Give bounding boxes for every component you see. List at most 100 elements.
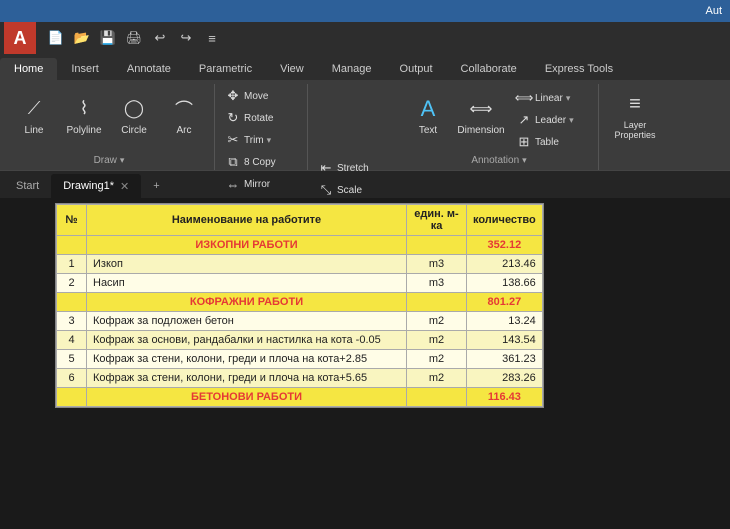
workspace-dropdown[interactable]: ≡ [200, 26, 224, 50]
tab-drawing1[interactable]: Drawing1* ✕ [51, 174, 141, 198]
top-bar: A 📄 📂 💾 🖨 ↩ ↪ ≡ [0, 22, 730, 54]
arc-button[interactable]: ⌒ Arc [160, 86, 208, 144]
row1-unit: m3 [407, 255, 467, 274]
row2-qty: 138.66 [467, 274, 543, 293]
col-header-qty: количество [467, 205, 543, 236]
new-tab-button[interactable]: + [141, 174, 171, 198]
row3-unit: m2 [407, 312, 467, 331]
copy-icon: ⧉ [225, 154, 241, 170]
move-icon: ✥ [225, 88, 241, 104]
linear-dropdown-icon: ▾ [566, 93, 571, 104]
trim-button[interactable]: ✂ Trim ▾ [221, 130, 301, 150]
undo-btn[interactable]: ↩ [148, 26, 172, 50]
text-icon: A [414, 95, 442, 123]
circle-icon: ◯ [120, 95, 148, 123]
tab-insert[interactable]: Insert [57, 58, 113, 80]
print-btn[interactable]: 🖨 [122, 26, 146, 50]
arc-icon: ⌒ [170, 95, 198, 123]
table-row: 4 Кофраж за основи, рандабалки и настилк… [57, 331, 543, 350]
category-label-betonovi: БЕТОНОВИ РАБОТИ [87, 388, 407, 407]
tab-view[interactable]: View [266, 58, 318, 80]
row4-num: 4 [57, 331, 87, 350]
tab-home[interactable]: Home [0, 58, 57, 80]
scale-button[interactable]: ⤡ Scale [314, 180, 394, 200]
stretch-button[interactable]: ⇤ Stretch [314, 158, 394, 178]
tab-annotate[interactable]: Annotate [113, 58, 185, 80]
category-row-izkopni: ИЗКОПНИ РАБОТИ 352.12 [57, 236, 543, 255]
text-button[interactable]: A Text [406, 86, 450, 144]
scale-icon: ⤡ [318, 182, 334, 198]
row4-qty: 143.54 [467, 331, 543, 350]
line-icon: ⟋ [20, 95, 48, 123]
acad-logo[interactable]: A [4, 22, 36, 54]
polyline-button[interactable]: ⌇ Polyline [60, 86, 108, 144]
category-unit-izkopni [407, 236, 467, 255]
redo-btn[interactable]: ↪ [174, 26, 198, 50]
tab-express-tools[interactable]: Express Tools [531, 58, 627, 80]
tab-parametric[interactable]: Parametric [185, 58, 266, 80]
canvas-area[interactable]: № Наименование на работите един. м-ка ко… [0, 198, 730, 529]
category-num-kofrajni [57, 293, 87, 312]
tab-collaborate[interactable]: Collaborate [447, 58, 531, 80]
circle-button[interactable]: ◯ Circle [110, 86, 158, 144]
category-num-betonovi [57, 388, 87, 407]
row2-num: 2 [57, 274, 87, 293]
row3-num: 3 [57, 312, 87, 331]
mirror-button[interactable]: ⇔ Mirror [221, 174, 301, 194]
open-btn[interactable]: 📂 [70, 26, 94, 50]
row6-num: 6 [57, 369, 87, 388]
ribbon-group-annotation: A Text ⟺ Dimension ⟺ Linear ▾ ↗ Leader ▾ [400, 84, 599, 170]
layer-properties-button[interactable]: ≡ Layer Properties [605, 86, 665, 144]
draw-items: ⟋ Line ⌇ Polyline ◯ Circle ⌒ Arc [10, 86, 208, 153]
category-label-kofrajni: КОФРАЖНИ РАБОТИ [87, 293, 407, 312]
tab-output[interactable]: Output [386, 58, 447, 80]
category-unit-kofrajni [407, 293, 467, 312]
polyline-icon: ⌇ [70, 95, 98, 123]
layer-properties-icon: ≡ [621, 90, 649, 118]
tab-manage[interactable]: Manage [318, 58, 386, 80]
dimension-button[interactable]: ⟺ Dimension [454, 86, 508, 144]
row6-unit: m2 [407, 369, 467, 388]
stretch-icon: ⇤ [318, 160, 334, 176]
trim-icon: ✂ [225, 132, 241, 148]
row6-qty: 283.26 [467, 369, 543, 388]
rotate-button[interactable]: ↻ Rotate [221, 108, 301, 128]
row3-qty: 13.24 [467, 312, 543, 331]
row5-desc: Кофраж за стени, колони, греди и плоча н… [87, 350, 407, 369]
leader-button[interactable]: ↗ Leader ▾ [512, 110, 592, 130]
new-btn[interactable]: 📄 [44, 26, 68, 50]
save-btn[interactable]: 💾 [96, 26, 120, 50]
title-text: Aut [705, 5, 722, 17]
category-row-kofrajni: КОФРАЖНИ РАБОТИ 801.27 [57, 293, 543, 312]
title-bar: Aut [0, 0, 730, 22]
leader-dropdown-icon: ▾ [569, 115, 574, 126]
category-row-betonovi: БЕТОНОВИ РАБОТИ 116.43 [57, 388, 543, 407]
move-button[interactable]: ✥ Move [221, 86, 301, 106]
category-value-betonovi: 116.43 [467, 388, 543, 407]
category-value-izkopni: 352.12 [467, 236, 543, 255]
tab-start[interactable]: Start [4, 174, 51, 198]
draw-label: Draw ▾ [94, 153, 125, 168]
close-drawing-icon[interactable]: ✕ [120, 180, 129, 193]
linear-button[interactable]: ⟺ Linear ▾ [512, 88, 592, 108]
annotation-items: A Text ⟺ Dimension ⟺ Linear ▾ ↗ Leader ▾ [406, 86, 592, 153]
ribbon-group-modify2: ⇤ Stretch ⤡ Scale ⊞ Array ▾ [308, 84, 400, 170]
col-header-desc: Наименование на работите [87, 205, 407, 236]
annotation-expand-icon[interactable]: ▾ [522, 155, 527, 166]
row4-unit: m2 [407, 331, 467, 350]
quick-access-toolbar: 📄 📂 💾 🖨 ↩ ↪ ≡ [40, 22, 228, 54]
draw-expand-icon[interactable]: ▾ [120, 155, 125, 166]
table-row: 3 Кофраж за подложен бетон m2 13.24 [57, 312, 543, 331]
table-header-row: № Наименование на работите един. м-ка ко… [57, 205, 543, 236]
row2-unit: m3 [407, 274, 467, 293]
line-button[interactable]: ⟋ Line [10, 86, 58, 144]
annotation-label: Annotation ▾ [471, 153, 526, 168]
copy-button[interactable]: ⧉ 8 Copy [221, 152, 301, 172]
table-button[interactable]: ⊞ Table [512, 132, 592, 152]
row1-desc: Изкоп [87, 255, 407, 274]
layer-items: ≡ Layer Properties [605, 86, 665, 164]
col-header-unit: един. м-ка [407, 205, 467, 236]
dimension-icon: ⟺ [467, 95, 495, 123]
row6-desc: Кофраж за стени, колони, греди и плоча н… [87, 369, 407, 388]
category-num-izkopni [57, 236, 87, 255]
